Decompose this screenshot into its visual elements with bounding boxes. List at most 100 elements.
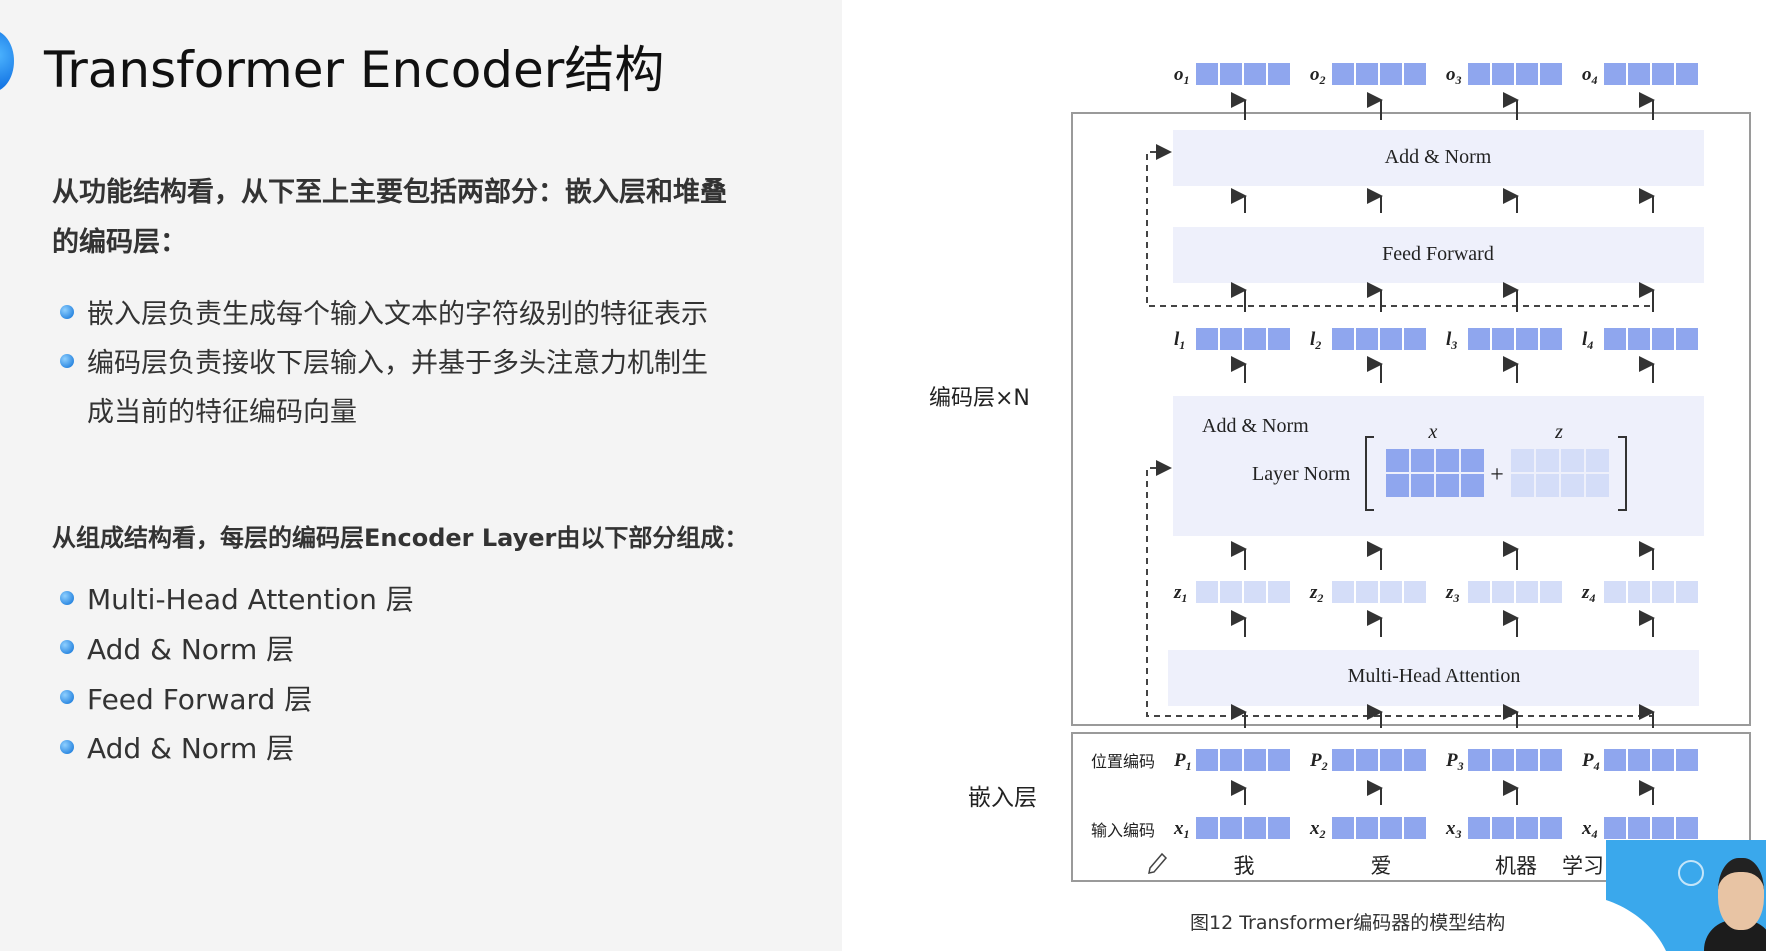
mat-z-cell xyxy=(1586,474,1609,497)
section2-heading: 从组成结构看，每层的编码层Encoder Layer由以下部分组成： xyxy=(52,524,749,552)
output-cell xyxy=(1676,63,1698,85)
l-vector-cell xyxy=(1676,328,1698,350)
input-vector-cell xyxy=(1676,817,1698,839)
position-vector-cell xyxy=(1404,749,1426,771)
token-3: 机器 xyxy=(1495,854,1537,878)
input-vector-cell xyxy=(1332,817,1354,839)
position-vector-cell xyxy=(1628,749,1650,771)
z-vector-cell xyxy=(1516,581,1538,603)
residual-path-top xyxy=(1146,151,1654,307)
mat-x-cell xyxy=(1436,474,1459,497)
add-norm-top-label: Add & Norm xyxy=(1385,146,1492,168)
z-vector-cell xyxy=(1196,581,1218,603)
l-vector-cell xyxy=(1196,328,1218,350)
input-vector-label-4: x4 xyxy=(1581,818,1598,841)
z-vector-cell xyxy=(1380,581,1402,603)
bullet-dot-icon xyxy=(60,305,74,319)
position-vector-cell xyxy=(1220,749,1242,771)
output-cell xyxy=(1268,63,1290,85)
slide-title: Transformer Encoder结构 xyxy=(44,41,665,99)
l-vector-cell xyxy=(1332,328,1354,350)
bracket-right xyxy=(1618,436,1627,511)
l-vector-cell xyxy=(1492,328,1514,350)
output-cell xyxy=(1468,63,1490,85)
output-cell xyxy=(1332,63,1354,85)
position-vector-cell xyxy=(1332,749,1354,771)
output-label-1: o1 xyxy=(1174,64,1190,87)
encoder-side-label: 编码层×N xyxy=(929,386,1030,411)
section1-bullet-2-cont: 成当前的特征编码向量 xyxy=(87,397,357,428)
position-vector-cell xyxy=(1516,749,1538,771)
output-cell xyxy=(1604,63,1626,85)
input-vector-cell xyxy=(1220,817,1242,839)
z-vector-cell xyxy=(1244,581,1266,603)
l-vector-cell xyxy=(1220,328,1242,350)
section1-bullet-2: 编码层负责接收下层输入，并基于多头注意力机制生 xyxy=(87,348,708,379)
l-vector-label-3: l3 xyxy=(1446,329,1457,352)
output-cell xyxy=(1540,63,1562,85)
mat-x-cell xyxy=(1386,474,1409,497)
output-cell xyxy=(1628,63,1650,85)
section1-bullet-1: 嵌入层负责生成每个输入文本的字符级别的特征表示 xyxy=(87,299,708,330)
l-vector-cell xyxy=(1468,328,1490,350)
position-vector-label-2: P2 xyxy=(1309,750,1328,773)
token-2: 爱 xyxy=(1371,854,1392,878)
slide-left-panel: Transformer Encoder结构 从功能结构看，从下至上主要包括两部分… xyxy=(0,0,842,951)
section2-bullet-1: Multi-Head Attention 层 xyxy=(87,583,414,616)
z-vector-cell xyxy=(1356,581,1378,603)
token-1: 我 xyxy=(1234,854,1255,878)
input-vector-cell xyxy=(1516,817,1538,839)
mat-z-cell xyxy=(1511,474,1534,497)
l-vector-cell xyxy=(1380,328,1402,350)
position-vector-cell xyxy=(1540,749,1562,771)
title-accent-circle xyxy=(0,30,14,92)
bullet-dot-icon xyxy=(60,591,74,605)
input-vector-cell xyxy=(1244,817,1266,839)
mat-x-cell xyxy=(1461,474,1484,497)
z-vector-cell xyxy=(1492,581,1514,603)
webcam-ring-icon xyxy=(1678,860,1704,886)
input-vector-cell xyxy=(1268,817,1290,839)
position-vector-label-3: P3 xyxy=(1445,750,1464,773)
output-cell xyxy=(1404,63,1426,85)
plus-symbol: + xyxy=(1490,462,1504,488)
residual-path-bottom xyxy=(1146,467,1654,717)
z-vector-cell xyxy=(1652,581,1674,603)
z-vector-cell xyxy=(1220,581,1242,603)
feed-forward-label: Feed Forward xyxy=(1382,243,1494,265)
mat-z-cell xyxy=(1561,474,1584,497)
z-vector-label-2: z2 xyxy=(1309,582,1323,605)
z-vector-label-3: z3 xyxy=(1445,582,1459,605)
webcam-overlay xyxy=(1606,840,1766,951)
input-vector-label-2: x2 xyxy=(1309,818,1326,841)
z-vector-cell xyxy=(1404,581,1426,603)
z-vector-label-4: z4 xyxy=(1581,582,1595,605)
mat-x-cell xyxy=(1411,474,1434,497)
mat-x-cell xyxy=(1461,449,1484,472)
position-vector-cell xyxy=(1380,749,1402,771)
input-vector-cell xyxy=(1604,817,1626,839)
position-vector-cell xyxy=(1244,749,1266,771)
z-symbol: z xyxy=(1554,421,1563,443)
layer-norm-label: Layer Norm xyxy=(1252,463,1351,485)
l-vector-cell xyxy=(1244,328,1266,350)
l-vector-label-2: l2 xyxy=(1310,329,1321,352)
section2-bullet-4: Add & Norm 层 xyxy=(87,732,295,765)
l-vector-cell xyxy=(1604,328,1626,350)
z-vector-cell xyxy=(1332,581,1354,603)
z-vector-cell xyxy=(1468,581,1490,603)
mat-z-cell xyxy=(1561,449,1584,472)
output-cell xyxy=(1380,63,1402,85)
webcam-person-head xyxy=(1718,858,1764,930)
input-encoding-label: 输入编码 xyxy=(1091,821,1155,840)
position-vector-cell xyxy=(1468,749,1490,771)
mat-z-cell xyxy=(1536,474,1559,497)
output-cell xyxy=(1220,63,1242,85)
mat-z-cell xyxy=(1586,449,1609,472)
l-vector-cell xyxy=(1516,328,1538,350)
input-vector-cell xyxy=(1652,817,1674,839)
z-vector-cell xyxy=(1604,581,1626,603)
l-vector-cell xyxy=(1540,328,1562,350)
position-vector-cell xyxy=(1196,749,1218,771)
input-vector-cell xyxy=(1196,817,1218,839)
